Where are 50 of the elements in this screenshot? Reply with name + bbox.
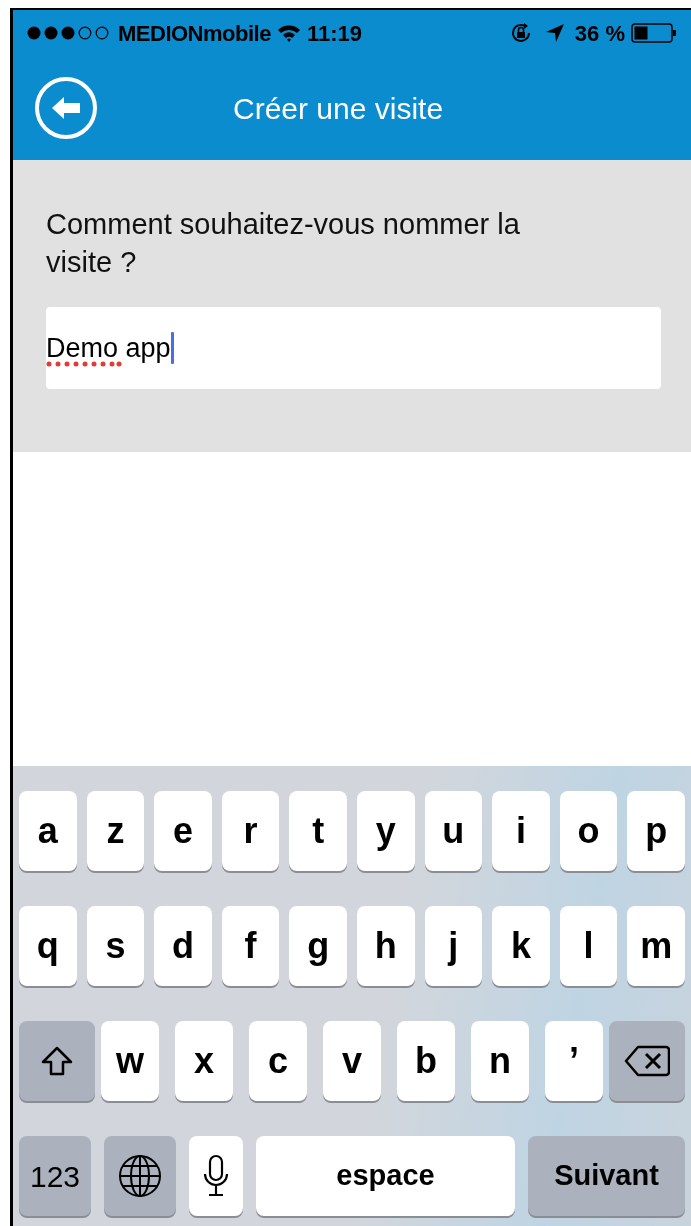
battery-icon	[631, 23, 677, 43]
wifi-icon	[276, 24, 301, 42]
visit-name-field[interactable]: Demo app	[46, 307, 661, 389]
clock-time: 11:19	[306, 19, 362, 48]
numbers-key[interactable]: 123	[19, 1136, 91, 1216]
letter-key[interactable]: i	[492, 791, 550, 871]
location-arrow-icon	[544, 23, 565, 43]
letter-key[interactable]: r	[221, 791, 280, 871]
space-key[interactable]: espace	[256, 1136, 515, 1216]
shift-key[interactable]	[19, 1021, 95, 1101]
letter-key[interactable]: z	[86, 791, 145, 871]
next-key[interactable]: Suivant	[528, 1136, 685, 1216]
letter-key[interactable]: g	[289, 906, 347, 986]
dictation-key[interactable]	[189, 1136, 243, 1216]
screen-title: Créer une visite	[233, 90, 444, 127]
letter-key[interactable]: x	[175, 1021, 233, 1101]
language-key[interactable]	[104, 1136, 176, 1216]
letter-key[interactable]: u	[424, 791, 483, 871]
backspace-icon	[624, 1045, 670, 1077]
letter-key[interactable]: o	[559, 791, 618, 871]
back-button[interactable]	[35, 77, 97, 139]
backspace-key[interactable]	[609, 1021, 685, 1101]
letter-key[interactable]: j	[424, 906, 483, 986]
letter-key[interactable]: ’	[545, 1021, 603, 1101]
microphone-icon	[203, 1154, 229, 1198]
letter-key[interactable]: a	[19, 791, 77, 871]
field-value: Demo app	[46, 331, 171, 365]
letter-key[interactable]: q	[19, 906, 77, 986]
letter-key[interactable]: t	[289, 791, 347, 871]
shift-icon	[41, 1046, 73, 1076]
carrier-name: MEDIONmobile	[118, 19, 271, 48]
letter-key[interactable]: h	[356, 906, 415, 986]
left-arrow-icon	[51, 96, 81, 120]
letter-key[interactable]: v	[323, 1021, 381, 1101]
letter-key[interactable]: w	[101, 1021, 159, 1101]
letter-key[interactable]: m	[627, 906, 685, 986]
globe-icon	[118, 1154, 162, 1198]
letter-key[interactable]: y	[356, 791, 415, 871]
question-label: Comment souhaitez-vous nommer la visite ?	[46, 207, 521, 280]
battery-percentage: 36 %	[574, 19, 625, 48]
letter-key[interactable]: s	[86, 906, 145, 986]
letter-key[interactable]: p	[627, 791, 685, 871]
letter-key[interactable]: d	[154, 906, 212, 986]
letter-key[interactable]: k	[492, 906, 550, 986]
letter-key[interactable]: e	[154, 791, 212, 871]
letter-key[interactable]: l	[559, 906, 618, 986]
letter-key[interactable]: n	[471, 1021, 529, 1101]
letter-key[interactable]: c	[249, 1021, 307, 1101]
letter-key[interactable]: f	[221, 906, 280, 986]
letter-key[interactable]: b	[397, 1021, 455, 1101]
